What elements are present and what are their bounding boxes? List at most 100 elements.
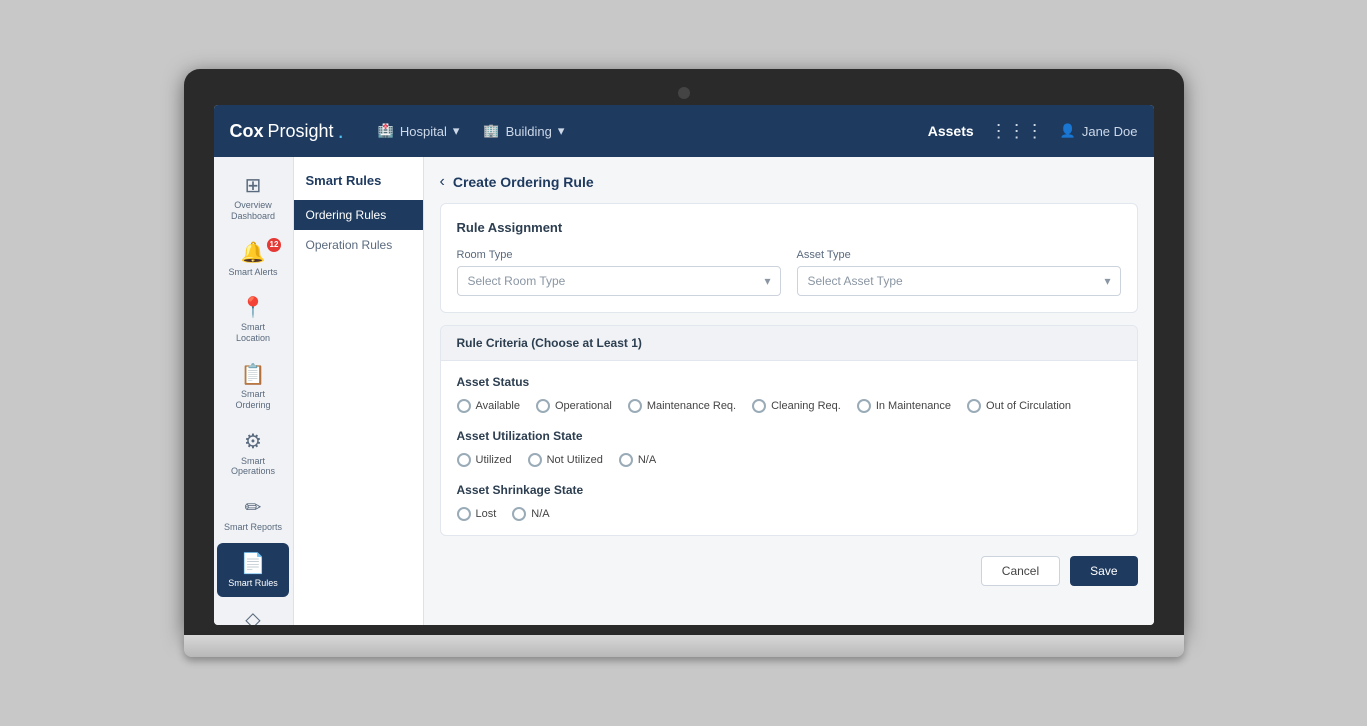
hospital-icon: 🏥 bbox=[378, 123, 394, 139]
secondary-nav-operation-rules[interactable]: Operation Rules bbox=[294, 230, 423, 260]
user-name: Jane Doe bbox=[1082, 124, 1138, 139]
logo-cox: Cox bbox=[230, 121, 264, 142]
main-content: ⊞ Overview Dashboard 12 🔔 Smart Alerts 📍… bbox=[214, 157, 1154, 625]
radio-label-not-utilized: Not Utilized bbox=[547, 454, 603, 466]
sidebar-label-location: Smart Location bbox=[223, 322, 283, 344]
radio-not-utilized[interactable]: Not Utilized bbox=[528, 453, 603, 467]
content-wrapper: Smart Rules Ordering Rules Operation Rul… bbox=[294, 157, 1154, 625]
sidebar-label-overview: Overview Dashboard bbox=[223, 200, 283, 222]
asset-status-title: Asset Status bbox=[457, 375, 1121, 389]
asset-type-label: Asset Type bbox=[797, 249, 1121, 261]
alerts-badge: 12 bbox=[267, 238, 281, 252]
room-type-select-wrapper: Select Room Type bbox=[457, 266, 781, 296]
smart-operations-icon: ⚙ bbox=[244, 429, 262, 454]
asset-shrinkage-title: Asset Shrinkage State bbox=[457, 483, 1121, 497]
asset-shrinkage-group: Asset Shrinkage State Lost bbox=[457, 483, 1121, 521]
radio-circle bbox=[619, 453, 633, 467]
sidebar: ⊞ Overview Dashboard 12 🔔 Smart Alerts 📍… bbox=[214, 157, 294, 625]
secondary-nav-ordering-rules[interactable]: Ordering Rules bbox=[294, 200, 423, 230]
sidebar-item-asset-management[interactable]: ◇ Asset Management bbox=[217, 599, 289, 625]
asset-status-radio-group: Available Operational bbox=[457, 399, 1121, 413]
hospital-chevron-icon: ▾ bbox=[453, 123, 460, 139]
radio-circle bbox=[628, 399, 642, 413]
radio-label-in-maintenance: In Maintenance bbox=[876, 400, 951, 412]
asset-management-icon: ◇ bbox=[245, 607, 260, 625]
building-chevron-icon: ▾ bbox=[558, 123, 565, 139]
radio-circle bbox=[457, 399, 471, 413]
sidebar-item-smart-ordering[interactable]: 📋 Smart Ordering bbox=[217, 354, 289, 419]
radio-utilized[interactable]: Utilized bbox=[457, 453, 512, 467]
radio-circle bbox=[536, 399, 550, 413]
sidebar-item-smart-location[interactable]: 📍 Smart Location bbox=[217, 287, 289, 352]
room-type-label: Room Type bbox=[457, 249, 781, 261]
rule-criteria-header: Rule Criteria (Choose at Least 1) bbox=[441, 326, 1137, 361]
sidebar-item-smart-operations[interactable]: ⚙ Smart Operations bbox=[217, 421, 289, 486]
cancel-button[interactable]: Cancel bbox=[981, 556, 1060, 586]
radio-cleaning-req[interactable]: Cleaning Req. bbox=[752, 399, 841, 413]
radio-na-utilization[interactable]: N/A bbox=[619, 453, 656, 467]
smart-reports-icon: ✏ bbox=[245, 495, 262, 520]
sidebar-label-rules: Smart Rules bbox=[228, 578, 278, 589]
save-button[interactable]: Save bbox=[1070, 556, 1137, 586]
smart-alerts-icon: 🔔 bbox=[241, 240, 266, 265]
secondary-nav: Smart Rules Ordering Rules Operation Rul… bbox=[294, 157, 424, 625]
criteria-body: Asset Status Available bbox=[441, 361, 1137, 535]
room-type-select[interactable]: Select Room Type bbox=[457, 266, 781, 296]
asset-utilization-radio-group: Utilized Not Utilized bbox=[457, 453, 1121, 467]
smart-ordering-icon: 📋 bbox=[241, 362, 266, 387]
sidebar-item-smart-reports[interactable]: ✏ Smart Reports bbox=[217, 487, 289, 541]
sidebar-label-operations: Smart Operations bbox=[223, 456, 283, 478]
sidebar-label-ordering: Smart Ordering bbox=[223, 389, 283, 411]
topbar: Cox Prosight . 🏥 Hospital ▾ 🏢 Building bbox=[214, 105, 1154, 157]
logo-prosight: Prosight bbox=[268, 121, 334, 142]
radio-label-lost: Lost bbox=[476, 508, 497, 520]
asset-status-group: Asset Status Available bbox=[457, 375, 1121, 413]
hospital-nav[interactable]: 🏥 Hospital ▾ bbox=[368, 117, 470, 145]
radio-label-out-of-circulation: Out of Circulation bbox=[986, 400, 1071, 412]
radio-label-na-utilization: N/A bbox=[638, 454, 656, 466]
radio-na-shrinkage[interactable]: N/A bbox=[512, 507, 549, 521]
asset-type-select-wrapper: Select Asset Type bbox=[797, 266, 1121, 296]
radio-available[interactable]: Available bbox=[457, 399, 520, 413]
asset-type-select[interactable]: Select Asset Type bbox=[797, 266, 1121, 296]
radio-lost[interactable]: Lost bbox=[457, 507, 497, 521]
radio-in-maintenance[interactable]: In Maintenance bbox=[857, 399, 951, 413]
radio-circle bbox=[512, 507, 526, 521]
sidebar-item-smart-alerts[interactable]: 12 🔔 Smart Alerts bbox=[217, 232, 289, 286]
radio-circle bbox=[528, 453, 542, 467]
radio-label-utilized: Utilized bbox=[476, 454, 512, 466]
radio-out-of-circulation[interactable]: Out of Circulation bbox=[967, 399, 1071, 413]
radio-label-available: Available bbox=[476, 400, 520, 412]
nav-right: Assets ⋮⋮⋮ 👤 Jane Doe bbox=[928, 121, 1138, 142]
radio-operational[interactable]: Operational bbox=[536, 399, 612, 413]
form-area: ‹ Create Ordering Rule Rule Assignment R… bbox=[424, 157, 1154, 625]
asset-type-group: Asset Type Select Asset Type bbox=[797, 249, 1121, 296]
user-icon: 👤 bbox=[1060, 123, 1076, 139]
radio-label-na-shrinkage: N/A bbox=[531, 508, 549, 520]
sidebar-item-overview-dashboard[interactable]: ⊞ Overview Dashboard bbox=[217, 165, 289, 230]
rule-criteria-section: Rule Criteria (Choose at Least 1) Asset … bbox=[440, 325, 1138, 536]
user-info[interactable]: 👤 Jane Doe bbox=[1060, 123, 1138, 139]
grid-icon[interactable]: ⋮⋮⋮ bbox=[990, 121, 1044, 142]
back-button[interactable]: ‹ bbox=[440, 173, 445, 191]
radio-circle bbox=[752, 399, 766, 413]
radio-label-operational: Operational bbox=[555, 400, 612, 412]
rule-assignment-title: Rule Assignment bbox=[457, 220, 1121, 235]
room-type-group: Room Type Select Room Type bbox=[457, 249, 781, 296]
radio-circle bbox=[457, 507, 471, 521]
asset-utilization-title: Asset Utilization State bbox=[457, 429, 1121, 443]
sidebar-item-smart-rules[interactable]: 📄 Smart Rules bbox=[217, 543, 289, 597]
rule-assignment-section: Rule Assignment Room Type Select Room Ty… bbox=[440, 203, 1138, 313]
sidebar-label-reports: Smart Reports bbox=[224, 522, 282, 533]
radio-maintenance-req[interactable]: Maintenance Req. bbox=[628, 399, 736, 413]
radio-circle bbox=[967, 399, 981, 413]
breadcrumb: ‹ Create Ordering Rule bbox=[440, 173, 1138, 191]
laptop-base bbox=[184, 635, 1184, 657]
assets-label: Assets bbox=[928, 123, 974, 139]
building-nav[interactable]: 🏢 Building ▾ bbox=[473, 117, 574, 145]
smart-location-icon: 📍 bbox=[241, 295, 266, 320]
radio-circle bbox=[457, 453, 471, 467]
smart-rules-icon: 📄 bbox=[241, 551, 266, 576]
sidebar-label-alerts: Smart Alerts bbox=[228, 267, 277, 278]
overview-dashboard-icon: ⊞ bbox=[245, 173, 262, 198]
